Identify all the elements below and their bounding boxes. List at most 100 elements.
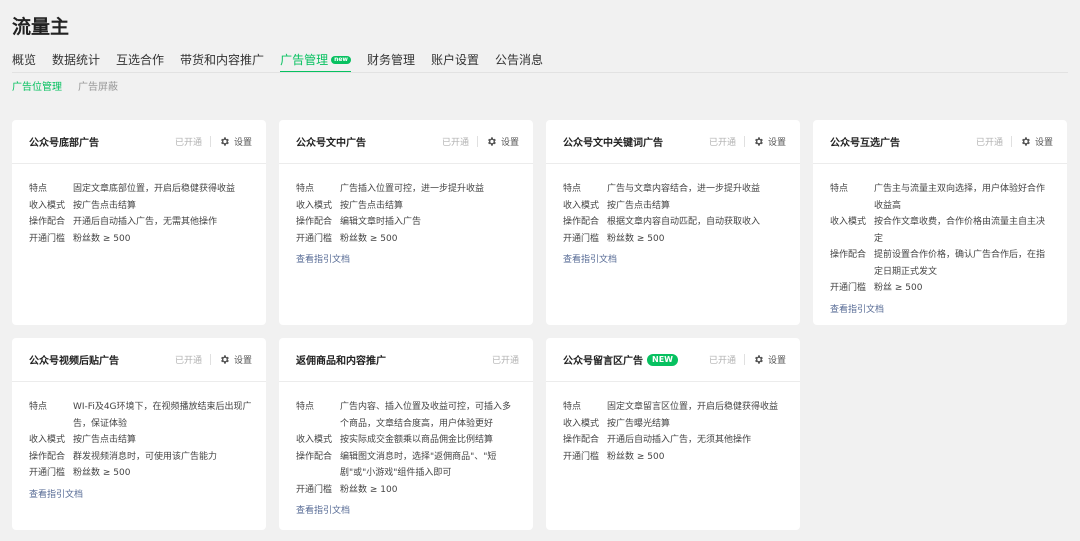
row-value: 广告内容、插入位置及收益可控，可插入多个商品，文章结合度高，用户体验更好 [340, 402, 512, 429]
row-label: 收入模式 [296, 435, 333, 445]
sub-nav: 广告位管理 广告屏蔽 [12, 78, 134, 93]
gear-icon [1022, 137, 1030, 146]
card-header: 公众号留言区广告 NEW 已开通 设置 [546, 338, 800, 382]
tab-mutual-selection[interactable]: 互选合作 [116, 51, 164, 73]
row-label: 开通门槛 [563, 451, 600, 462]
card-header: 公众号底部广告 已开通 设置 [12, 120, 266, 164]
info-row: 开通门槛 粉丝数 ≥ 500 [563, 231, 786, 248]
tab-account-settings[interactable]: 账户设置 [431, 51, 479, 73]
info-row: 特点 广告主与流量主双向选择，用户体验好合作收益高 [830, 181, 1053, 214]
row-label: 收入模式 [296, 200, 333, 211]
row-label: 特点 [296, 184, 315, 194]
setting-button[interactable]: 设置 [753, 353, 786, 366]
setting-button[interactable]: 设置 [753, 135, 786, 148]
row-value: 群发视频消息时，可使用该广告能力 [73, 451, 218, 462]
row-label: 操作配合 [563, 435, 600, 445]
setting-label: 设置 [767, 138, 786, 148]
view-guide-link[interactable]: 查看指引文档 [296, 503, 350, 519]
subtab-ad-blocking[interactable]: 广告屏蔽 [78, 78, 118, 93]
info-row: 收入模式 按广告曝光结算 [563, 416, 786, 433]
ad-card-commission-products: 返佣商品和内容推广 已开通 特点 广告内容、插入位置及收益可控，可插入多个商品，文… [279, 338, 533, 530]
page-title: 流量主 [12, 16, 70, 38]
row-value: 固定文章留言区位置，开启后稳健获得收益 [607, 402, 779, 412]
gear-icon [755, 137, 763, 146]
setting-button[interactable]: 设置 [1020, 135, 1053, 148]
row-value: 粉丝数 ≥ 500 [73, 468, 131, 478]
row-value: 按实际成交金额乘以商品佣金比例结算 [340, 435, 494, 445]
row-label: 开通门槛 [29, 233, 66, 244]
row-value: 按广告点击结算 [73, 435, 137, 445]
info-row: 操作配合 编辑图文消息时，选择"返佣商品"、"短剧"或"小游戏"组件插入即可 [296, 449, 519, 482]
card-body: 特点 固定文章底部位置，开启后稳健获得收益 收入模式 按广告点击结算 操作配合 开通后… [12, 164, 266, 247]
row-value: 开通后自动插入广告，无需其他操作 [73, 217, 218, 227]
info-row: 特点 固定文章留言区位置，开启后稳健获得收益 [563, 399, 786, 416]
view-guide-link[interactable]: 查看指引文档 [830, 302, 884, 318]
nav-divider [12, 72, 1068, 73]
ad-card-keyword: 公众号文中关键词广告 已开通 设置 特点 广告与文章内容结合，进一步提升收益 收入… [546, 120, 800, 325]
tab-announcements[interactable]: 公告消息 [495, 51, 543, 73]
row-label: 开通门槛 [563, 233, 600, 244]
ad-card-in-article: 公众号文中广告 已开通 设置 特点 广告插入位置可控，进一步提升收益 收入模式 按广… [279, 120, 533, 325]
row-label: 特点 [29, 402, 48, 412]
subtab-ad-slot-management[interactable]: 广告位管理 [12, 78, 62, 93]
tab-statistics[interactable]: 数据统计 [52, 51, 100, 73]
view-guide-link[interactable]: 查看指引文档 [296, 252, 350, 268]
tab-commerce-promotion[interactable]: 带货和内容推广 [180, 51, 264, 73]
setting-label: 设置 [500, 138, 519, 148]
divider [1010, 136, 1012, 147]
divider [209, 136, 211, 147]
info-row: 开通门槛 粉丝数 ≥ 500 [29, 231, 252, 248]
row-label: 操作配合 [29, 451, 66, 462]
row-label: 特点 [563, 184, 582, 194]
setting-button[interactable]: 设置 [219, 135, 252, 148]
info-row: 开通门槛 粉丝数 ≥ 500 [29, 465, 252, 482]
row-label: 操作配合 [563, 217, 600, 227]
info-row: 开通门槛 粉丝数 ≥ 500 [296, 231, 519, 248]
info-row: 收入模式 按广告点击结算 [29, 198, 252, 215]
tab-overview[interactable]: 概览 [12, 51, 36, 73]
row-value: 广告与文章内容结合，进一步提升收益 [607, 184, 761, 194]
tab-finance[interactable]: 财务管理 [367, 51, 415, 73]
status-badge: 已开通 [708, 356, 736, 366]
row-value: 编辑图文消息时，选择"返佣商品"、"短剧"或"小游戏"组件插入即可 [340, 451, 497, 479]
gear-icon [221, 137, 229, 146]
row-value: 根据文章内容自动匹配，自动获取收入 [607, 217, 761, 227]
setting-label: 设置 [233, 356, 252, 366]
row-value: 按广告点击结算 [73, 200, 137, 211]
status-badge: 已开通 [491, 356, 519, 366]
row-label: 开通门槛 [830, 283, 867, 293]
info-row: 开通门槛 粉丝数 ≥ 500 [563, 449, 786, 466]
info-row: 特点 广告与文章内容结合，进一步提升收益 [563, 181, 786, 198]
card-header: 公众号文中关键词广告 已开通 设置 [546, 120, 800, 164]
card-title: 返佣商品和内容推广 [296, 356, 386, 367]
divider [209, 354, 211, 365]
row-value: 编辑文章时插入广告 [340, 217, 422, 227]
tab-ad-management-label: 广告管理 [280, 53, 329, 67]
card-title: 公众号视频后贴广告 [29, 356, 119, 367]
card-title: 公众号底部广告 [29, 138, 99, 149]
status-badge: 已开通 [441, 138, 469, 148]
info-row: 收入模式 按合作文章收费，合作价格由流量主自主决定 [830, 214, 1053, 247]
card-header: 返佣商品和内容推广 已开通 [279, 338, 533, 382]
info-row: 操作配合 根据文章内容自动匹配，自动获取收入 [563, 214, 786, 231]
tab-ad-management[interactable]: 广告管理 new [280, 51, 351, 73]
card-header: 公众号视频后贴广告 已开通 设置 [12, 338, 266, 382]
row-value: 粉丝 ≥ 500 [874, 283, 923, 293]
info-row: 操作配合 群发视频消息时，可使用该广告能力 [29, 449, 252, 466]
info-row: 操作配合 编辑文章时插入广告 [296, 214, 519, 231]
ad-card-bottom: 公众号底部广告 已开通 设置 特点 固定文章底部位置，开启后稳健获得收益 收入模式… [12, 120, 266, 325]
row-label: 操作配合 [29, 217, 66, 227]
row-value: 按广告点击结算 [340, 200, 404, 211]
status-badge: 已开通 [975, 138, 1003, 148]
row-label: 特点 [830, 184, 849, 194]
setting-button[interactable]: 设置 [219, 353, 252, 366]
gear-icon [488, 137, 496, 146]
view-guide-link[interactable]: 查看指引文档 [29, 487, 83, 503]
card-body: 特点 广告主与流量主双向选择，用户体验好合作收益高 收入模式 按合作文章收费，合作价… [813, 164, 1067, 318]
info-row: 收入模式 按广告点击结算 [563, 198, 786, 215]
view-guide-link[interactable]: 查看指引文档 [563, 252, 617, 268]
setting-button[interactable]: 设置 [486, 135, 519, 148]
new-badge: NEW [647, 353, 678, 366]
row-label: 收入模式 [830, 217, 867, 227]
row-label: 收入模式 [563, 418, 600, 429]
